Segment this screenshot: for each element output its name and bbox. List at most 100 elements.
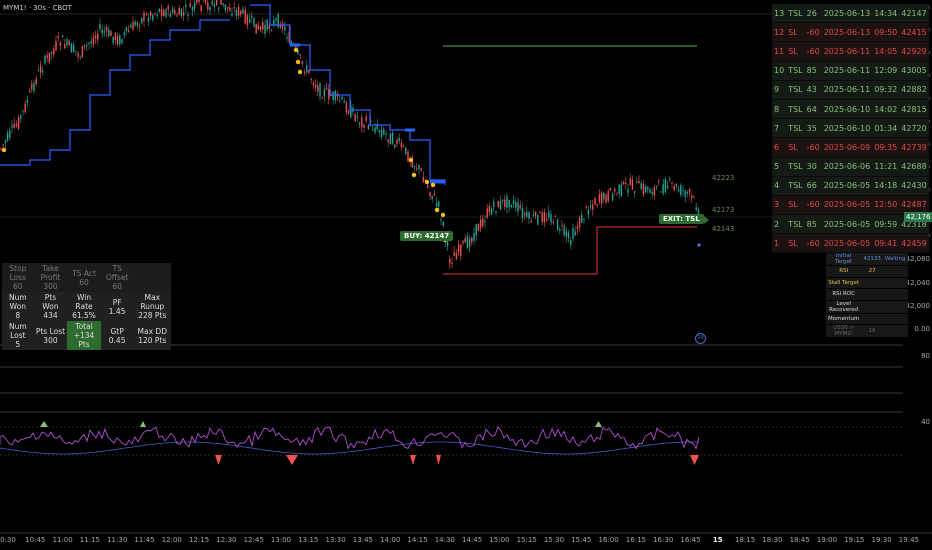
- candle-body: [347, 110, 350, 114]
- candle-body: [112, 36, 114, 44]
- candle-body: [169, 14, 172, 18]
- candle-body: [61, 35, 64, 38]
- candle-body: [39, 65, 42, 73]
- candle-body: [627, 189, 629, 193]
- trade-n: 3: [772, 195, 787, 216]
- candle-body: [587, 209, 590, 215]
- trade-type: TSL: [786, 99, 805, 120]
- trade-price: 42929: [899, 41, 929, 62]
- candle-body: [264, 24, 266, 34]
- signal-dot: [293, 47, 299, 53]
- trade-pts: 30: [804, 157, 822, 177]
- gtp: GtP 0.45: [100, 321, 134, 350]
- candle-body: [473, 232, 475, 241]
- take-profit-param: Take Profit 300: [33, 263, 68, 292]
- price-tick: 40: [921, 418, 930, 426]
- trade-pts: -60: [804, 233, 822, 254]
- candle-body: [453, 252, 455, 256]
- level-42173: 42173: [712, 206, 735, 214]
- candle-body: [229, 7, 231, 12]
- candle-body: [105, 27, 108, 32]
- time-axis[interactable]: 0:30 10:45 11:00 11:15 11:30 11:45 12:00 12:15 1…: [0, 533, 932, 550]
- time-tick: 13:15: [298, 536, 319, 544]
- candle-body: [570, 240, 572, 246]
- candle-body: [251, 15, 253, 18]
- candle-body: [464, 237, 466, 243]
- candle-body: [625, 182, 627, 184]
- candle-body: [180, 8, 183, 16]
- trade-pts: 64: [804, 99, 822, 120]
- candle-body: [286, 37, 288, 39]
- candle-body: [545, 218, 548, 221]
- pts-won: Pts Won 434: [33, 292, 68, 321]
- candle-body: [482, 218, 484, 227]
- candle-body: [97, 33, 99, 40]
- trade-row: 7 TSL 35 2025-06-10 01:34 42720: [772, 118, 929, 139]
- time-tick: 15:15: [516, 536, 537, 544]
- ts-offset-param: TS Offset 60: [100, 263, 134, 292]
- trade-pts: 43: [804, 80, 822, 100]
- trade-time: 09:50: [872, 22, 900, 43]
- candle-body: [321, 97, 323, 99]
- price-tick: 80: [921, 352, 930, 360]
- candle-body: [616, 192, 618, 194]
- candle-body: [440, 219, 442, 221]
- time-tick: 19:30: [871, 536, 892, 544]
- trade-time: 11:21: [872, 157, 900, 177]
- trade-n: 4: [772, 176, 787, 196]
- signal-dot: [1, 147, 7, 153]
- trade-price: 42815: [899, 99, 929, 120]
- rsi-line: [0, 425, 700, 450]
- time-tick: 16:45: [680, 536, 701, 544]
- candle-body: [279, 25, 282, 28]
- symbol-title[interactable]: MYM1! · 30s · CBOT: [3, 4, 72, 12]
- candle-body: [510, 204, 513, 208]
- stall-target-label: Stall Target: [826, 277, 862, 290]
- candle-body: [405, 147, 407, 154]
- candle-body: [165, 9, 167, 17]
- candle-body: [642, 183, 645, 195]
- signal-dot: [297, 69, 303, 75]
- trade-type: TSL: [786, 61, 805, 81]
- candle-body: [528, 212, 530, 219]
- candle-body: [495, 211, 497, 213]
- trade-pts: 85: [804, 61, 822, 81]
- candle-body: [517, 202, 519, 212]
- candle-body: [567, 232, 570, 239]
- candle-body: [46, 55, 48, 58]
- trailing-stop-line: [0, 4, 446, 185]
- level-42143: 42143: [712, 225, 735, 233]
- candle-body: [103, 31, 106, 33]
- candle-body: [28, 90, 31, 93]
- trade-date: 2025-06-05: [821, 176, 873, 196]
- time-tick: 12:30: [216, 536, 237, 544]
- trade-n: 13: [772, 4, 787, 24]
- trade-time: 01:34: [872, 118, 900, 139]
- candle-body: [4, 140, 7, 144]
- candle-body: [457, 244, 460, 253]
- trade-type: TSL: [786, 214, 805, 235]
- candle-body: [475, 224, 477, 236]
- candle-body: [317, 85, 319, 92]
- candle-body: [589, 205, 592, 207]
- candle-body: [629, 178, 631, 185]
- trade-price: 42147: [899, 4, 929, 24]
- candle-body: [462, 240, 464, 244]
- rsi-oversold-fill: [286, 455, 298, 465]
- trade-row: 9 TSL 43 2025-06-11 09:32 42882: [772, 80, 929, 100]
- candle-body: [235, 9, 238, 16]
- event-marker-icon[interactable]: 29: [695, 333, 706, 344]
- price-tick: 42,000: [905, 302, 931, 310]
- candle-body: [574, 231, 576, 236]
- trade-time: 09:59: [872, 214, 900, 235]
- trade-time: 09:32: [872, 80, 900, 100]
- candle-body: [530, 221, 532, 223]
- candle-body: [15, 124, 18, 127]
- candle-body: [543, 212, 546, 223]
- candle-body: [79, 56, 81, 58]
- candle-body: [541, 212, 543, 222]
- candle-body: [226, 6, 229, 9]
- candle-body: [37, 70, 40, 72]
- candle-body: [17, 117, 20, 129]
- candle-body: [658, 180, 660, 182]
